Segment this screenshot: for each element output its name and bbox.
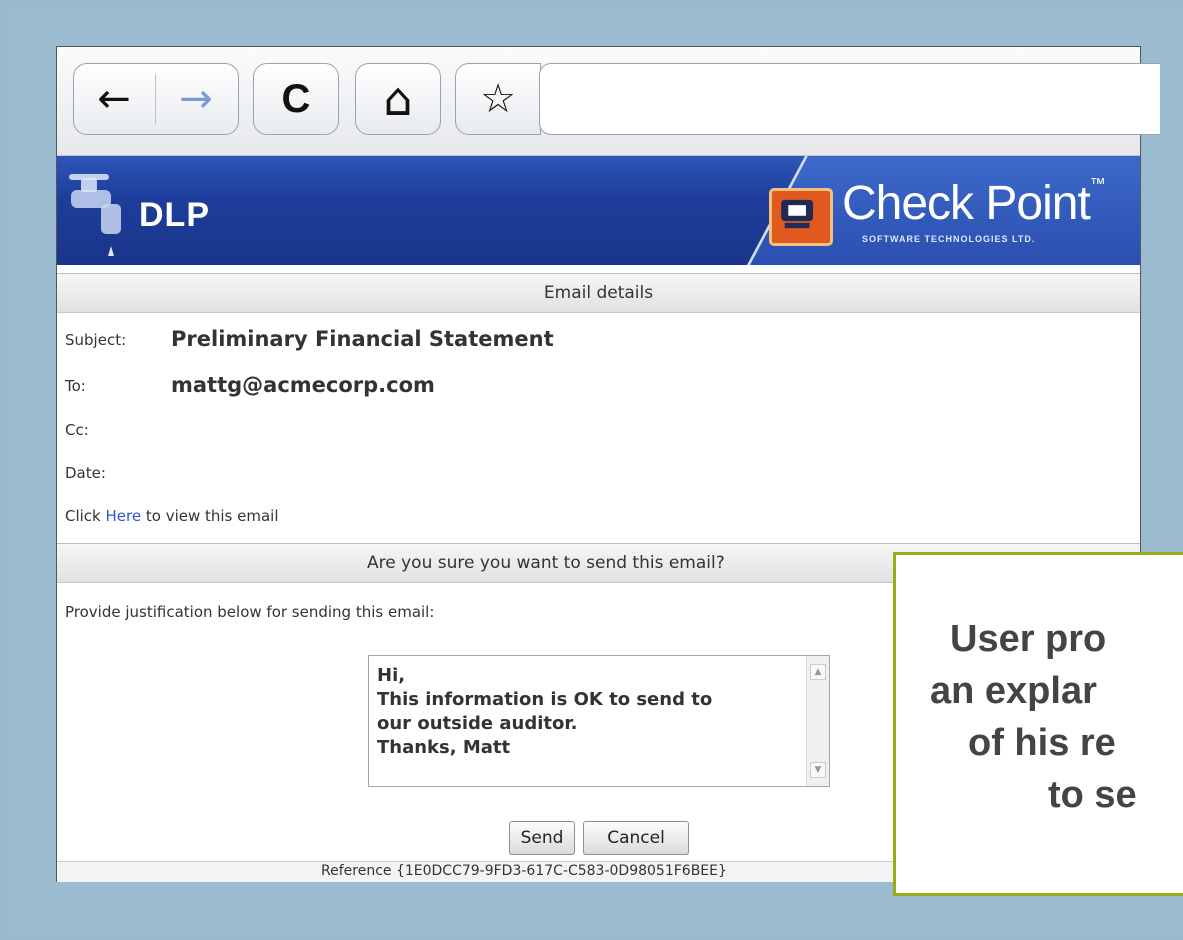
justification-textarea[interactable]: Hi, This information is OK to send to ou… (368, 655, 830, 787)
callout-line: of his re (968, 722, 1116, 764)
subject-label: Subject: (65, 331, 127, 349)
callout-text: User pro an explar of his re to se (896, 613, 1183, 821)
justification-prompt: Provide justification below for sending … (65, 603, 435, 621)
brand-name: Check Point™ (842, 176, 1106, 231)
home-icon: ⌂ (383, 72, 413, 126)
callout-line: User pro an explar of his re to se (896, 613, 1183, 821)
justification-text: Hi, This information is OK to send to ou… (377, 665, 713, 758)
reload-icon: C (281, 76, 311, 121)
brand-name-text: Check Point (842, 177, 1091, 230)
product-name: DLP (139, 196, 210, 234)
confirm-header-text: Are you sure you want to send this email… (367, 553, 725, 573)
email-details-header: Email details (57, 273, 1140, 313)
home-button[interactable]: ⌂ (355, 63, 441, 135)
cancel-button[interactable]: Cancel (583, 821, 689, 855)
to-label: To: (65, 377, 86, 395)
browser-toolbar: ← → C ⌂ ☆ (57, 47, 1160, 156)
date-label: Date: (65, 464, 106, 482)
callout-line: to se (1048, 774, 1137, 816)
callout-line: an explar (930, 670, 1097, 712)
callout-box: User pro an explar of his re to se (893, 552, 1183, 896)
to-value: mattg@acmecorp.com (171, 373, 435, 397)
scroll-up-icon[interactable]: ▲ (810, 664, 826, 680)
forward-arrow-icon: → (179, 76, 213, 122)
bookmark-button[interactable]: ☆ (455, 63, 541, 135)
brand-subtitle: SOFTWARE TECHNOLOGIES LTD. (862, 234, 1036, 244)
reference-text: Reference {1E0DCC79-9FD3-617C-C583-0D980… (321, 863, 727, 879)
reload-button[interactable]: C (253, 63, 339, 135)
view-email-link[interactable]: Here (106, 507, 142, 525)
nav-button-group: ← → (73, 63, 239, 135)
star-icon: ☆ (480, 76, 516, 122)
view-email-prefix: Click (65, 507, 106, 525)
dlp-banner: DLP Check Point™ SOFTWARE TECHNOLOGIES L… (57, 156, 1140, 265)
scroll-down-icon[interactable]: ▼ (810, 762, 826, 778)
cc-label: Cc: (65, 421, 89, 439)
address-bar[interactable] (539, 63, 1160, 135)
back-arrow-icon: ← (97, 76, 131, 122)
textarea-scrollbar[interactable]: ▲ ▼ (806, 656, 829, 786)
view-email-line: Click Here to view this email (65, 507, 279, 525)
callout-line: User pro (950, 618, 1107, 660)
subject-value: Preliminary Financial Statement (171, 327, 554, 351)
back-button[interactable]: ← (74, 64, 154, 134)
forward-button[interactable]: → (156, 64, 236, 134)
check-point-logo-icon (769, 188, 833, 246)
trademark-mark: ™ (1089, 176, 1106, 193)
view-email-suffix: to view this email (141, 507, 279, 525)
send-button[interactable]: Send (509, 821, 575, 855)
